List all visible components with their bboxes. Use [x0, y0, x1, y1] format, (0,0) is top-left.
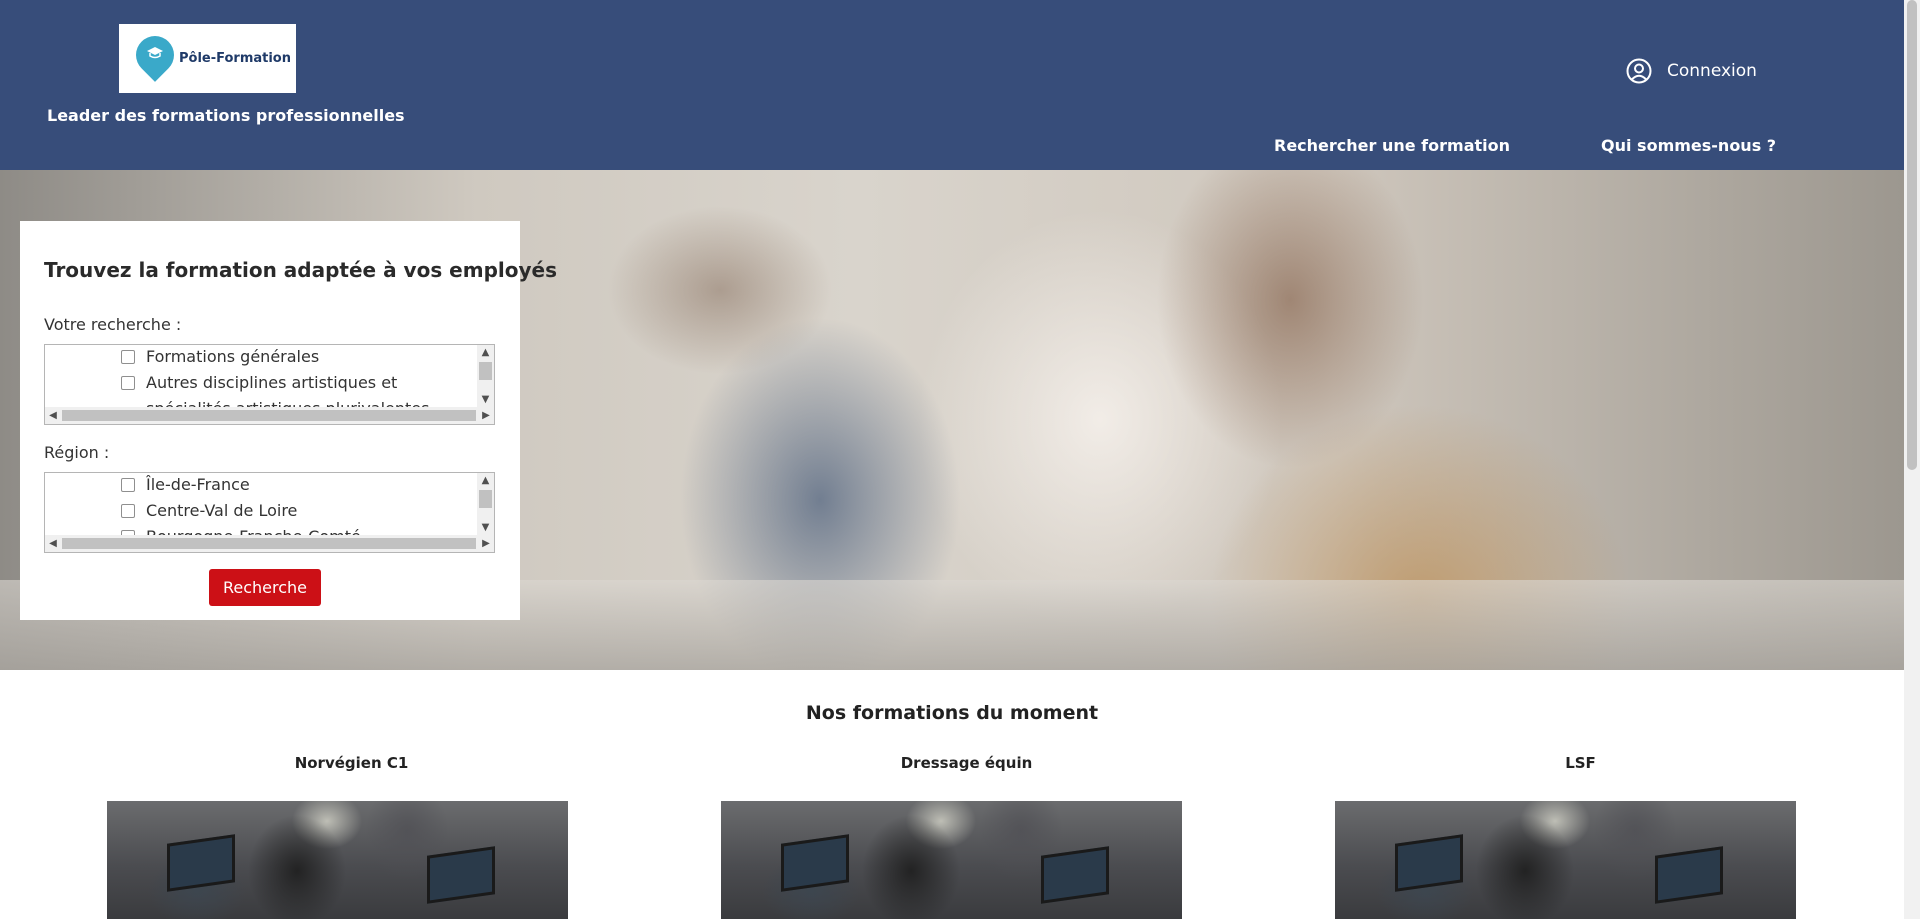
- featured-section-title: Nos formations du moment: [805, 702, 1099, 724]
- scroll-up-icon[interactable]: ▲: [477, 345, 494, 361]
- scroll-right-icon[interactable]: ▶: [478, 535, 494, 552]
- course-title[interactable]: Dressage équin: [736, 754, 1197, 772]
- query-label: Votre recherche :: [44, 315, 182, 334]
- region-option[interactable]: Centre-Val de Loire: [121, 501, 297, 520]
- page-scrollbar[interactable]: [1904, 0, 1920, 919]
- course-image[interactable]: [721, 801, 1182, 919]
- search-panel-title: Trouvez la formation adaptée à vos emplo…: [44, 258, 558, 282]
- query-listbox[interactable]: Formations générales Autres disciplines …: [44, 344, 495, 425]
- checkbox[interactable]: [121, 477, 135, 492]
- region-label: Région :: [44, 443, 110, 462]
- region-option[interactable]: Île-de-France: [121, 475, 250, 494]
- user-circle-icon: [1626, 58, 1652, 84]
- map-pin-graduation-cap-icon: [128, 27, 182, 84]
- course-image[interactable]: [107, 801, 568, 919]
- page: Pôle-Formation Leader des formations pro…: [0, 0, 1920, 919]
- course-title[interactable]: LSF: [1350, 754, 1811, 772]
- horizontal-scrollbar[interactable]: ◀ ▶: [45, 535, 494, 552]
- logo[interactable]: Pôle-Formation: [119, 24, 296, 93]
- nav-about-us[interactable]: Qui sommes-nous ?: [1601, 136, 1776, 155]
- search-button[interactable]: Recherche: [209, 569, 321, 606]
- login-link[interactable]: Connexion: [1626, 58, 1757, 84]
- scroll-left-icon[interactable]: ◀: [45, 535, 61, 552]
- checkbox[interactable]: [121, 349, 135, 364]
- course-image[interactable]: [1335, 801, 1796, 919]
- site-header: Pôle-Formation Leader des formations pro…: [0, 0, 1904, 170]
- vertical-scrollbar[interactable]: ▲ ▼: [477, 473, 494, 536]
- scroll-left-icon[interactable]: ◀: [45, 407, 61, 424]
- checkbox[interactable]: [121, 503, 135, 518]
- vertical-scrollbar[interactable]: ▲ ▼: [477, 345, 494, 408]
- login-label: Connexion: [1667, 61, 1757, 81]
- scroll-right-icon[interactable]: ▶: [478, 407, 494, 424]
- logo-text: Pôle-Formation: [179, 51, 291, 66]
- query-option[interactable]: Autres disciplines artistiques et: [121, 373, 397, 392]
- scroll-down-icon[interactable]: ▼: [477, 392, 494, 408]
- tagline: Leader des formations professionnelles: [47, 106, 405, 125]
- search-panel: Trouvez la formation adaptée à vos emplo…: [20, 221, 557, 620]
- nav-search-course[interactable]: Rechercher une formation: [1274, 136, 1510, 155]
- course-title[interactable]: Norvégien C1: [121, 754, 582, 772]
- horizontal-scrollbar[interactable]: ◀ ▶: [45, 407, 494, 424]
- region-listbox[interactable]: Île-de-France Centre-Val de Loire Bourgo…: [44, 472, 495, 553]
- scroll-up-icon[interactable]: ▲: [477, 473, 494, 489]
- scroll-down-icon[interactable]: ▼: [477, 520, 494, 536]
- query-option[interactable]: Formations générales: [121, 347, 319, 366]
- checkbox[interactable]: [121, 375, 135, 390]
